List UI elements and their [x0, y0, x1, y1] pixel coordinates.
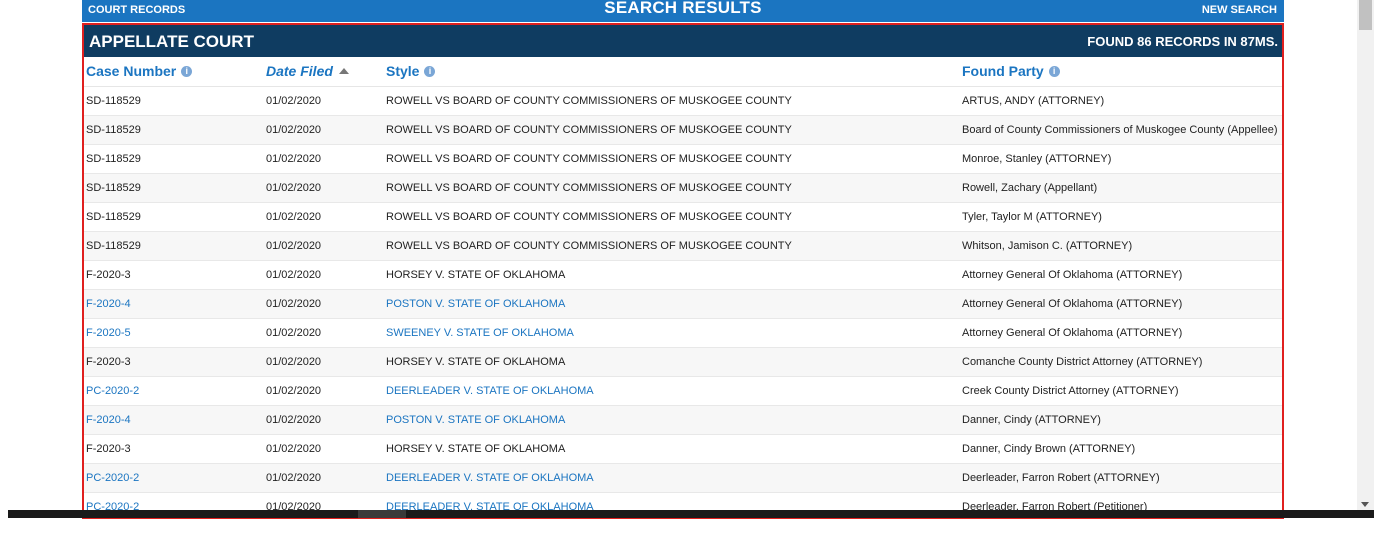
- date-filed-cell: 01/02/2020: [266, 327, 322, 339]
- style-cell: HORSEY V. STATE OF OKLAHOMA: [386, 356, 566, 368]
- sort-ascending-icon[interactable]: [338, 68, 349, 74]
- style-cell[interactable]: SWEENEY V. STATE OF OKLAHOMA: [386, 327, 574, 339]
- style-cell[interactable]: DEERLEADER V. STATE OF OKLAHOMA: [386, 385, 594, 397]
- case-number-cell[interactable]: PC-2020-2: [86, 385, 139, 397]
- date-filed-cell: 01/02/2020: [266, 385, 322, 397]
- table-row: F-2020-3 01/02/2020 HORSEY V. STATE OF OKL…: [84, 435, 1282, 464]
- found-party-cell: Creek County District Attorney (ATTORNEY…: [962, 385, 1179, 397]
- style-cell: ROWELL VS BOARD OF COUNTY COMMISSIONERS …: [386, 124, 792, 136]
- table-row: SD-118529 01/02/2020 ROWELL VS BOARD OF CO…: [84, 116, 1282, 145]
- table-row: F-2020-3 01/02/2020 HORSEY V. STATE OF OKL…: [84, 348, 1282, 377]
- taskbar-segment: [358, 510, 406, 518]
- date-filed-cell: 01/02/2020: [266, 298, 322, 310]
- table-row: PC-2020-2 01/02/2020 DEERLEADER V. STATE O…: [84, 377, 1282, 406]
- found-party-cell: Deerleader, Farron Robert (ATTORNEY): [962, 472, 1160, 484]
- case-number-cell[interactable]: F-2020-4: [86, 298, 131, 310]
- court-title: APPELLATE COURT: [89, 32, 254, 51]
- case-number-cell: SD-118529: [86, 240, 141, 252]
- style-cell: HORSEY V. STATE OF OKLAHOMA: [386, 443, 566, 455]
- found-party-cell: Whitson, Jamison C. (ATTORNEY): [962, 240, 1133, 252]
- info-icon[interactable]: i: [424, 65, 436, 77]
- table-row: SD-118529 01/02/2020 ROWELL VS BOARD OF CO…: [84, 203, 1282, 232]
- style-cell: HORSEY V. STATE OF OKLAHOMA: [386, 269, 566, 281]
- date-filed-cell: 01/02/2020: [266, 153, 322, 165]
- found-party-cell: Attorney General Of Oklahoma (ATTORNEY): [962, 298, 1183, 310]
- date-filed-cell: 01/02/2020: [266, 472, 322, 484]
- date-filed-cell: 01/02/2020: [266, 414, 322, 426]
- table-row: SD-118529 01/02/2020 ROWELL VS BOARD OF CO…: [84, 145, 1282, 174]
- date-filed-cell: 01/02/2020: [266, 124, 322, 136]
- table-row: SD-118529 01/02/2020 ROWELL VS BOARD OF CO…: [84, 174, 1282, 203]
- style-cell: ROWELL VS BOARD OF COUNTY COMMISSIONERS …: [386, 153, 792, 165]
- records-count: FOUND 86 RECORDS IN 87MS.: [1087, 34, 1278, 49]
- col-date-filed-label: Date Filed: [266, 63, 333, 79]
- col-case-number[interactable]: Case Number i: [86, 63, 193, 79]
- style-cell: ROWELL VS BOARD OF COUNTY COMMISSIONERS …: [386, 240, 792, 252]
- results-header: APPELLATE COURT FOUND 86 RECORDS IN 87MS…: [84, 25, 1282, 57]
- table-row: SD-118529 01/02/2020 ROWELL VS BOARD OF CO…: [84, 87, 1282, 116]
- date-filed-cell: 01/02/2020: [266, 211, 322, 223]
- case-number-cell: SD-118529: [86, 124, 141, 136]
- style-cell: ROWELL VS BOARD OF COUNTY COMMISSIONERS …: [386, 182, 792, 194]
- date-filed-cell: 01/02/2020: [266, 356, 322, 368]
- case-number-cell: SD-118529: [86, 153, 141, 165]
- found-party-cell: Attorney General Of Oklahoma (ATTORNEY): [962, 269, 1183, 281]
- table-row: F-2020-4 01/02/2020 POSTON V. STATE OF OKL…: [84, 290, 1282, 319]
- date-filed-cell: 01/02/2020: [266, 269, 322, 281]
- style-cell[interactable]: POSTON V. STATE OF OKLAHOMA: [386, 298, 565, 310]
- col-style[interactable]: Style i: [386, 63, 436, 79]
- style-cell[interactable]: DEERLEADER V. STATE OF OKLAHOMA: [386, 472, 594, 484]
- col-case-number-label: Case Number: [86, 63, 177, 79]
- found-party-cell: Monroe, Stanley (ATTORNEY): [962, 153, 1112, 165]
- date-filed-cell: 01/02/2020: [266, 443, 322, 455]
- date-filed-cell: 01/02/2020: [266, 95, 322, 107]
- date-filed-cell: 01/02/2020: [266, 240, 322, 252]
- case-number-cell[interactable]: F-2020-4: [86, 414, 131, 426]
- style-cell: ROWELL VS BOARD OF COUNTY COMMISSIONERS …: [386, 211, 792, 223]
- results-panel: APPELLATE COURT FOUND 86 RECORDS IN 87MS…: [82, 23, 1284, 519]
- case-number-cell[interactable]: F-2020-5: [86, 327, 131, 339]
- found-party-cell: Rowell, Zachary (Appellant): [962, 182, 1098, 194]
- case-number-cell: F-2020-3: [86, 356, 131, 368]
- page-title: SEARCH RESULTS: [604, 0, 762, 17]
- table-body: SD-118529 01/02/2020 ROWELL VS BOARD OF CO…: [84, 87, 1282, 517]
- found-party-cell: Board of County Commissioners of Muskoge…: [962, 124, 1278, 136]
- found-party-cell: Comanche County District Attorney (ATTOR…: [962, 356, 1203, 368]
- taskbar-strip: [8, 510, 1374, 518]
- vertical-scrollbar[interactable]: [1357, 0, 1374, 510]
- table-row: PC-2020-2 01/02/2020 DEERLEADER V. STATE O…: [84, 464, 1282, 493]
- style-cell[interactable]: POSTON V. STATE OF OKLAHOMA: [386, 414, 565, 426]
- case-number-cell[interactable]: PC-2020-2: [86, 472, 139, 484]
- found-party-cell: Danner, Cindy Brown (ATTORNEY): [962, 443, 1136, 455]
- case-number-cell: F-2020-3: [86, 269, 131, 281]
- col-style-label: Style: [386, 63, 420, 79]
- col-found-party[interactable]: Found Party i: [962, 63, 1060, 79]
- table-row: F-2020-3 01/02/2020 HORSEY V. STATE OF OKL…: [84, 261, 1282, 290]
- date-filed-cell: 01/02/2020: [266, 182, 322, 194]
- case-number-cell: SD-118529: [86, 95, 141, 107]
- found-party-cell: Attorney General Of Oklahoma (ATTORNEY): [962, 327, 1183, 339]
- style-cell: ROWELL VS BOARD OF COUNTY COMMISSIONERS …: [386, 95, 792, 107]
- table-row: SD-118529 01/02/2020 ROWELL VS BOARD OF CO…: [84, 232, 1282, 261]
- col-found-party-label: Found Party: [962, 63, 1044, 79]
- col-date-filed[interactable]: Date Filed: [266, 63, 349, 79]
- table-row: F-2020-4 01/02/2020 POSTON V. STATE OF OKL…: [84, 406, 1282, 435]
- table-row: F-2020-5 01/02/2020 SWEENEY V. STATE OF OK…: [84, 319, 1282, 348]
- found-party-cell: ARTUS, ANDY (ATTORNEY): [962, 95, 1105, 107]
- scroll-down-arrow-icon[interactable]: [1361, 502, 1369, 507]
- scrollbar-thumb[interactable]: [1359, 0, 1372, 30]
- found-party-cell: Danner, Cindy (ATTORNEY): [962, 414, 1101, 426]
- new-search-link[interactable]: NEW SEARCH: [1202, 4, 1277, 16]
- top-bar: COURT RECORDS SEARCH RESULTS NEW SEARCH: [82, 0, 1284, 22]
- case-number-cell: SD-118529: [86, 182, 141, 194]
- info-icon[interactable]: i: [181, 65, 193, 77]
- table-header: Case Number i Date Filed Style i Found P…: [84, 57, 1282, 87]
- info-icon[interactable]: i: [1048, 65, 1060, 77]
- case-number-cell: F-2020-3: [86, 443, 131, 455]
- found-party-cell: Tyler, Taylor M (ATTORNEY): [962, 211, 1102, 223]
- case-number-cell: SD-118529: [86, 211, 141, 223]
